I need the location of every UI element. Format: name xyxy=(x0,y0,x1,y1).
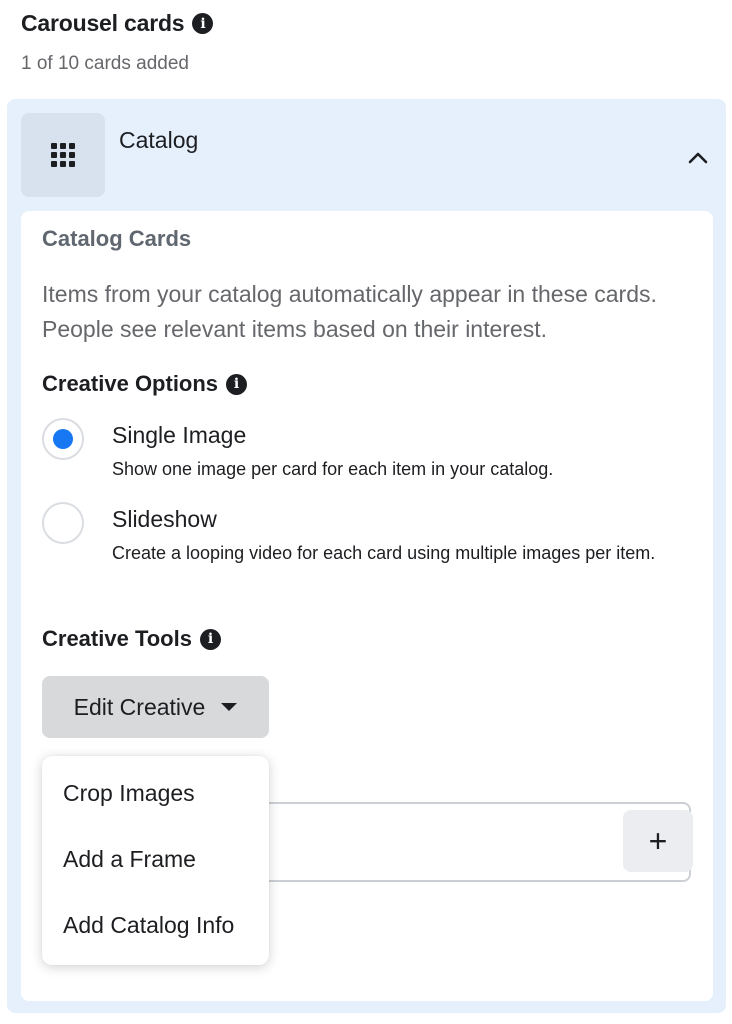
info-icon[interactable]: i xyxy=(199,628,221,650)
creative-options-heading: Creative Options i xyxy=(42,371,248,397)
cards-added-count: 1 of 10 cards added xyxy=(21,53,189,74)
slideshow-radio[interactable] xyxy=(42,502,84,544)
catalog-thumbnail[interactable] xyxy=(21,113,105,197)
slideshow-description: Create a looping video for each card usi… xyxy=(112,543,656,563)
radio-selected-dot xyxy=(53,429,73,449)
catalog-card-panel: Catalog Catalog Cards Items from your ca… xyxy=(7,99,726,1013)
carousel-cards-heading: Carousel cards i xyxy=(21,10,214,37)
edit-creative-button[interactable]: Edit Creative xyxy=(42,676,269,738)
plus-icon: + xyxy=(648,823,668,859)
catalog-cards-description: Items from your catalog automatically ap… xyxy=(42,281,657,342)
catalog-label: Catalog xyxy=(119,127,199,153)
caret-down-icon xyxy=(221,703,238,711)
info-icon[interactable]: i xyxy=(226,373,248,395)
single-image-radio[interactable] xyxy=(42,418,84,460)
catalog-cards-title: Catalog Cards xyxy=(42,226,192,251)
chevron-up-icon[interactable] xyxy=(687,147,709,169)
catalog-input-field[interactable]: + xyxy=(247,802,693,882)
creative-options-title: Creative Options xyxy=(42,371,219,396)
edit-creative-label: Edit Creative xyxy=(73,693,206,720)
grid-icon xyxy=(51,143,75,167)
info-icon[interactable]: i xyxy=(192,13,214,34)
creative-tools-title: Creative Tools xyxy=(42,626,192,651)
edit-creative-menu: Crop Images Add a Frame Add Catalog Info xyxy=(42,756,269,965)
single-image-label[interactable]: Single Image xyxy=(112,422,246,449)
menu-item-add-catalog-info[interactable]: Add Catalog Info xyxy=(63,912,234,939)
add-button[interactable]: + xyxy=(623,810,693,872)
slideshow-label[interactable]: Slideshow xyxy=(112,506,217,533)
menu-item-add-frame[interactable]: Add a Frame xyxy=(63,846,196,873)
menu-item-crop-images[interactable]: Crop Images xyxy=(63,780,195,807)
single-image-description: Show one image per card for each item in… xyxy=(112,459,554,479)
carousel-cards-title: Carousel cards xyxy=(21,10,185,36)
catalog-cards-body: Catalog Cards Items from your catalog au… xyxy=(21,211,713,1001)
creative-tools-heading: Creative Tools i xyxy=(42,626,221,652)
